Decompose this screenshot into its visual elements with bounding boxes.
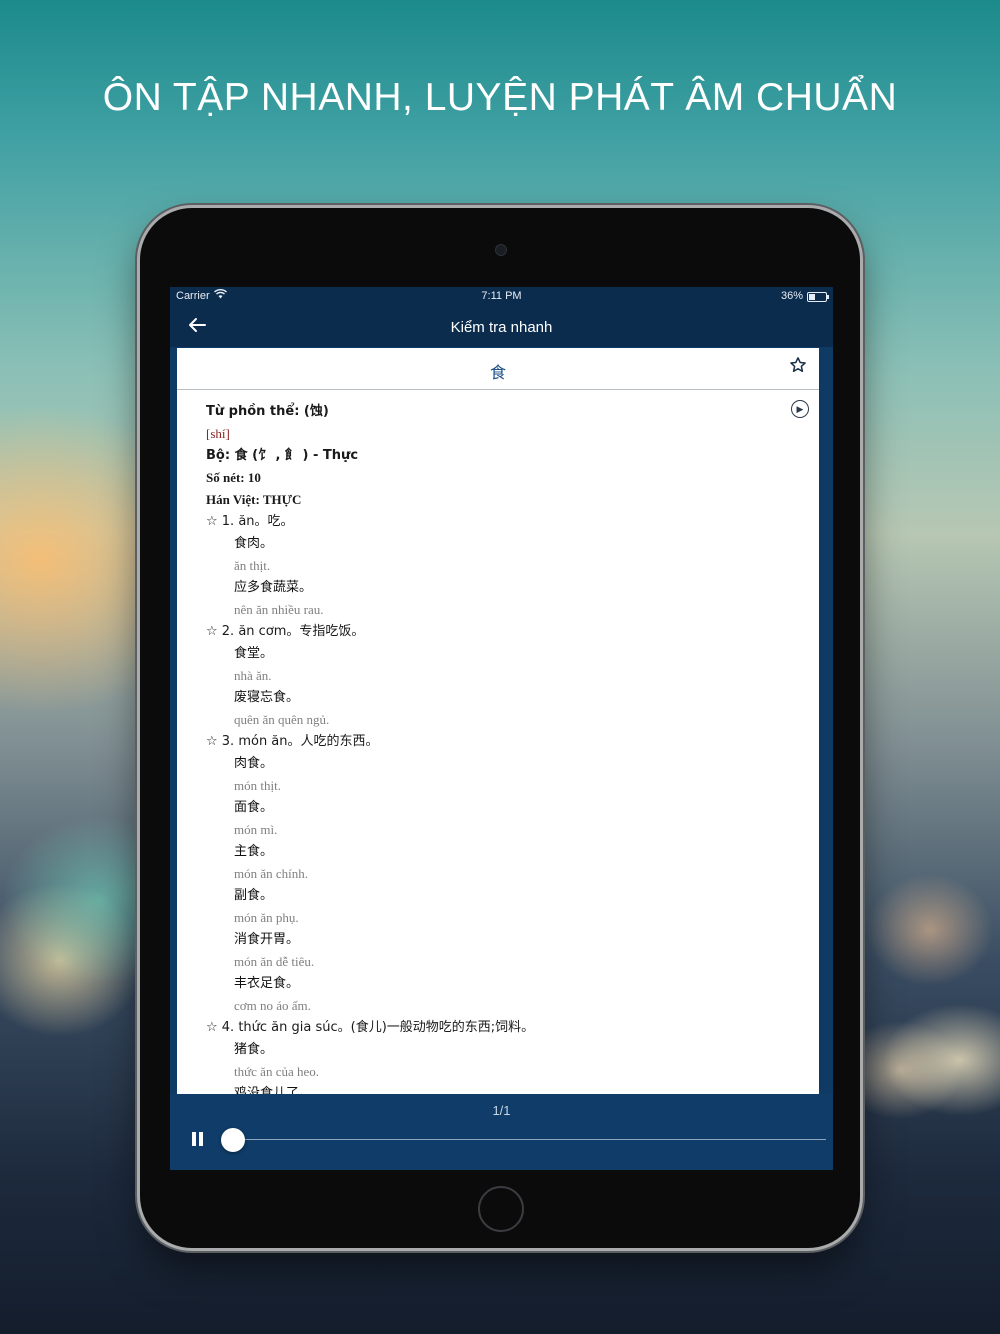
status-time: 7:11 PM: [481, 290, 522, 302]
example-chinese: 面食。: [234, 800, 274, 815]
example-vietnamese: quên ăn quên ngủ.: [234, 712, 330, 727]
example-vietnamese: món ăn dễ tiêu.: [234, 954, 315, 969]
home-button[interactable]: [478, 1186, 524, 1232]
han-viet: Hán Việt: THỰC: [206, 492, 302, 507]
card-header: 食: [177, 348, 819, 390]
stroke-count: Số nét: 10: [206, 470, 261, 485]
progress-slider-handle[interactable]: [221, 1128, 245, 1152]
headline: ÔN TẬP NHANH, LUYỆN PHÁT ÂM CHUẨN: [102, 76, 898, 119]
example-chinese: 鸡没食儿了。: [234, 1086, 313, 1094]
traditional-form: Từ phồn thể: (蚀): [206, 404, 329, 419]
sense-label: ☆ 4. thức ăn gia súc。(食儿)一般动物吃的东西;饲料。: [206, 1020, 535, 1035]
example-chinese: 废寝忘食。: [234, 690, 300, 705]
sense-label: ☆ 1. ăn。吃。: [206, 514, 294, 529]
example-vietnamese: món mì.: [234, 822, 278, 837]
status-bar: Carrier 7:11 PM 36%: [170, 287, 833, 307]
example-vietnamese: nhà ăn.: [234, 668, 272, 683]
app-screen: Carrier 7:11 PM 36% Kiểm tra nhanh 食 ▶ T…: [170, 287, 833, 1170]
sense-label: ☆ 3. món ăn。人吃的东西。: [206, 734, 379, 749]
pause-icon[interactable]: [192, 1132, 206, 1151]
page-title: Kiểm tra nhanh: [450, 319, 553, 336]
example-chinese: 丰衣足食。: [234, 976, 300, 991]
sense-label: ☆ 2. ăn cơm。专指吃饭。: [206, 624, 365, 639]
radical-info: Bộ: 食 (饣 , 飠 ) - Thực: [206, 448, 359, 463]
page-counter: 1/1: [492, 1103, 511, 1118]
camera-icon: [495, 244, 507, 256]
example-chinese: 主食。: [234, 844, 274, 859]
example-chinese: 食堂。: [234, 646, 274, 661]
example-vietnamese: món thịt.: [234, 778, 281, 793]
example-chinese: 猪食。: [234, 1042, 274, 1057]
example-vietnamese: thức ăn của heo.: [234, 1064, 320, 1079]
example-vietnamese: nên ăn nhiều rau.: [234, 602, 324, 617]
example-vietnamese: cơm no áo ấm.: [234, 998, 311, 1013]
battery-icon: [807, 292, 829, 302]
pinyin: [shí]: [206, 426, 230, 441]
tablet-frame: Carrier 7:11 PM 36% Kiểm tra nhanh 食 ▶ T…: [140, 208, 860, 1248]
example-chinese: 肉食。: [234, 756, 274, 771]
example-chinese: 食肉。: [234, 536, 274, 551]
flashcard: 食 ▶ Từ phồn thể: (蚀) [shí] Bộ: 食 (饣 , 飠 …: [177, 348, 819, 1094]
player-bar: 1/1: [170, 1094, 833, 1170]
nav-bar: Kiểm tra nhanh: [170, 307, 833, 347]
battery-percent: 36%: [780, 290, 803, 302]
example-chinese: 消食开胃。: [234, 932, 300, 947]
example-vietnamese: ăn thịt.: [234, 558, 271, 573]
definition-body: Từ phồn thể: (蚀) [shí] Bộ: 食 (饣 , 飠 ) - …: [206, 401, 806, 1094]
progress-track[interactable]: [232, 1139, 826, 1140]
example-chinese: 应多食蔬菜。: [234, 580, 313, 595]
headword: 食: [489, 363, 506, 382]
example-vietnamese: món ăn phụ.: [234, 910, 299, 925]
example-chinese: 副食。: [234, 888, 274, 903]
favorite-star-icon[interactable]: [789, 356, 807, 380]
example-vietnamese: món ăn chính.: [234, 866, 309, 881]
